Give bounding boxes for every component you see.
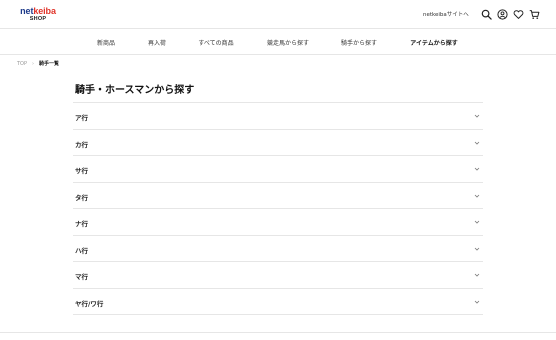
heart-icon[interactable] [513, 9, 524, 20]
logo-wordmark: netkeiba [16, 7, 60, 16]
jockey-kana-accordion: ア行 カ行 サ行 タ行 ナ行 ハ行 マ行 ヤ行/ワ行 [73, 102, 483, 315]
nav-new-items[interactable]: 新商品 [97, 38, 115, 47]
chevron-down-icon [474, 272, 480, 278]
nav-all-items[interactable]: すべての商品 [198, 38, 233, 47]
breadcrumb: TOP › 騎手一覧 [17, 60, 59, 67]
accordion-row-na[interactable]: ナ行 [73, 209, 483, 236]
row-label: ハ行 [75, 246, 88, 255]
chevron-down-icon [474, 113, 480, 119]
accordion-row-a[interactable]: ア行 [73, 103, 483, 130]
breadcrumb-home[interactable]: TOP [17, 61, 27, 67]
cart-icon[interactable] [529, 9, 540, 20]
footer-divider [0, 332, 556, 333]
row-label: カ行 [75, 140, 88, 149]
logo-net: net [20, 6, 34, 16]
nav-restock[interactable]: 再入荷 [148, 38, 166, 47]
row-label: ヤ行/ワ行 [75, 299, 104, 308]
nav-by-jockey[interactable]: 騎手から探す [341, 38, 377, 47]
logo-shop: SHOP [29, 16, 47, 22]
row-label: ア行 [75, 114, 88, 122]
netkeiba-shop-logo[interactable]: netkeiba SHOP [16, 7, 60, 23]
category-nav: 新商品 再入荷 すべての商品 競走馬から探す 騎手から探す アイテムから探す [0, 29, 556, 55]
chevron-down-icon [474, 193, 480, 199]
chevron-down-icon [474, 299, 480, 305]
row-label: タ行 [75, 193, 88, 202]
accordion-row-ya-wa[interactable]: ヤ行/ワ行 [73, 289, 483, 315]
logo-keiba: keiba [33, 6, 56, 16]
netkeiba-site-link[interactable]: netkeibaサイトへ [423, 10, 469, 18]
nav-by-racehorse[interactable]: 競走馬から探す [267, 38, 309, 47]
search-icon[interactable] [481, 9, 492, 20]
accordion-row-ta[interactable]: タ行 [73, 183, 483, 209]
row-label: サ行 [75, 167, 88, 175]
site-header: netkeiba SHOP netkeibaサイトへ [0, 0, 556, 29]
user-icon[interactable] [497, 9, 508, 20]
chevron-down-icon [474, 219, 480, 225]
breadcrumb-separator-icon: › [32, 61, 35, 67]
accordion-row-sa[interactable]: サ行 [73, 156, 483, 183]
row-label: マ行 [75, 273, 88, 281]
accordion-row-ma[interactable]: マ行 [73, 262, 483, 289]
row-label: ナ行 [75, 220, 88, 228]
chevron-down-icon [474, 140, 480, 146]
nav-by-item[interactable]: アイテムから探す [410, 38, 457, 47]
page-title: 騎手・ホースマンから探す [75, 85, 195, 96]
accordion-row-ka[interactable]: カ行 [73, 130, 483, 156]
accordion-row-ha[interactable]: ハ行 [73, 236, 483, 262]
chevron-down-icon [474, 246, 480, 252]
chevron-down-icon [474, 166, 480, 172]
breadcrumb-current: 騎手一覧 [39, 61, 60, 67]
